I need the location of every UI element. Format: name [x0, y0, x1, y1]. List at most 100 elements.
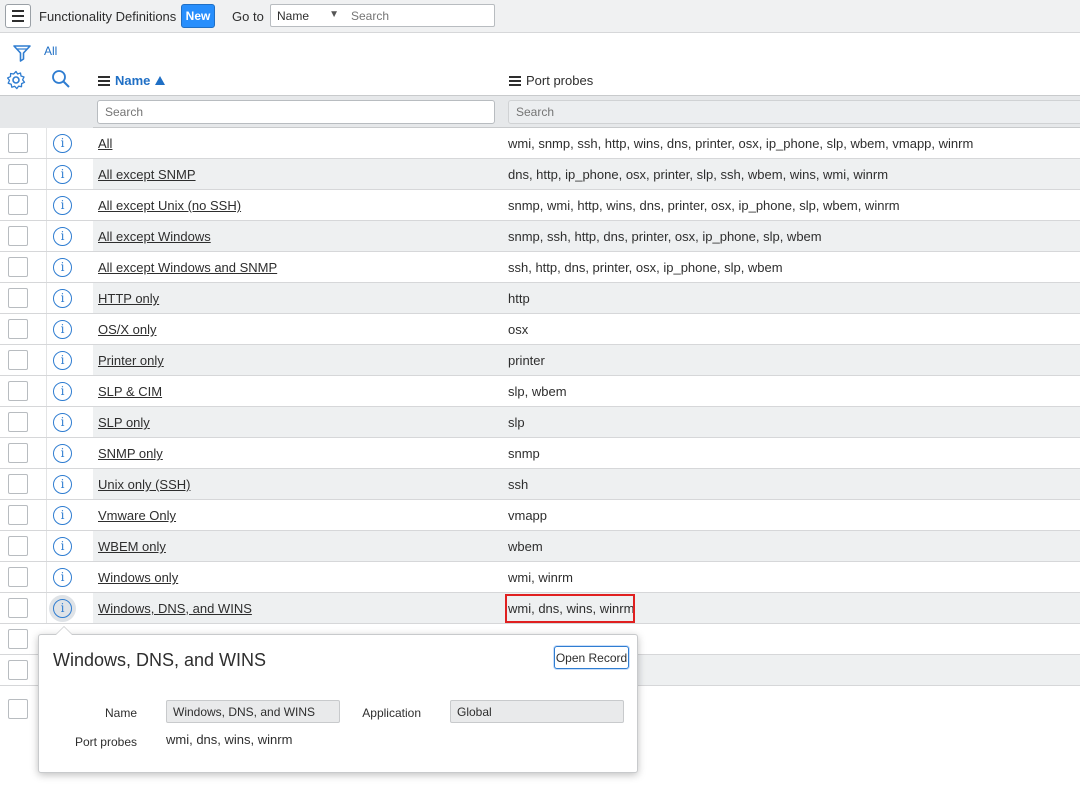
- column-header-name[interactable]: Name: [98, 73, 166, 88]
- table-row: i All except Unix (no SSH) snmp, wmi, ht…: [0, 190, 1080, 221]
- table-row: i Printer only printer: [0, 345, 1080, 376]
- row-checkbox[interactable]: [8, 660, 28, 680]
- row-checkbox[interactable]: [8, 443, 28, 463]
- row-port-probes: wmi, snmp, ssh, http, wins, dns, printer…: [508, 136, 974, 151]
- list-menu-button[interactable]: [5, 4, 31, 28]
- row-checkbox[interactable]: [8, 319, 28, 339]
- goto-search-input[interactable]: [345, 4, 495, 27]
- row-checkbox[interactable]: [8, 598, 28, 618]
- popup-application-label: Application: [362, 706, 421, 720]
- info-icon[interactable]: i: [53, 568, 72, 587]
- row-name-link[interactable]: WBEM only: [98, 539, 166, 554]
- table-row: i SLP only slp: [0, 407, 1080, 438]
- row-name-link[interactable]: Unix only (SSH): [98, 477, 190, 492]
- select-all-checkbox[interactable]: [8, 699, 28, 719]
- filter-icon[interactable]: [12, 43, 32, 63]
- row-name-link[interactable]: HTTP only: [98, 291, 159, 306]
- goto-field-value: Name: [277, 9, 310, 23]
- row-name-link[interactable]: All except Windows: [98, 229, 211, 244]
- info-icon[interactable]: i: [53, 258, 72, 277]
- row-name-link[interactable]: All: [98, 136, 112, 151]
- row-checkbox[interactable]: [8, 629, 28, 649]
- table-row: i SLP & CIM slp, wbem: [0, 376, 1080, 407]
- name-column-search-input[interactable]: [97, 100, 495, 124]
- row-port-probes: dns, http, ip_phone, osx, printer, slp, …: [508, 167, 889, 182]
- column-header-port-probes[interactable]: Port probes: [509, 73, 593, 88]
- info-icon[interactable]: i: [53, 227, 72, 246]
- info-icon[interactable]: i: [53, 382, 72, 401]
- goto-label: Go to: [232, 9, 264, 24]
- table-row: i All except Windows and SNMP ssh, http,…: [0, 252, 1080, 283]
- column-probes-label[interactable]: Port probes: [526, 73, 593, 88]
- column-menu-icon[interactable]: [98, 75, 110, 86]
- open-record-button[interactable]: Open Record: [554, 646, 629, 669]
- row-name-link[interactable]: Windows, DNS, and WINS: [98, 601, 252, 616]
- row-name-link[interactable]: All except Windows and SNMP: [98, 260, 277, 275]
- row-checkbox[interactable]: [8, 164, 28, 184]
- row-port-probes: wmi, winrm: [508, 570, 573, 585]
- row-port-probes: vmapp: [508, 508, 548, 523]
- row-checkbox[interactable]: [8, 505, 28, 525]
- row-name-link[interactable]: SNMP only: [98, 446, 163, 461]
- info-icon[interactable]: i: [53, 196, 72, 215]
- table-row: i Vmware Only vmapp: [0, 500, 1080, 531]
- row-checkbox[interactable]: [8, 288, 28, 308]
- list-header: Functionality Definitions New Go to Name…: [0, 0, 1080, 33]
- table-row: i Unix only (SSH) ssh: [0, 469, 1080, 500]
- row-checkbox[interactable]: [8, 567, 28, 587]
- row-name-link[interactable]: Windows only: [98, 570, 178, 585]
- info-icon[interactable]: i: [53, 444, 72, 463]
- row-checkbox[interactable]: [8, 226, 28, 246]
- row-checkbox[interactable]: [8, 412, 28, 432]
- info-icon[interactable]: i: [53, 413, 72, 432]
- row-checkbox[interactable]: [8, 257, 28, 277]
- row-port-probes: slp, wbem: [508, 384, 567, 399]
- goto-field-select[interactable]: Name ▼: [270, 4, 346, 27]
- column-search-row: [0, 96, 1080, 128]
- row-port-probes: ssh: [508, 477, 529, 492]
- table-row: i WBEM only wbem: [0, 531, 1080, 562]
- new-button[interactable]: New: [181, 4, 215, 28]
- info-icon[interactable]: i: [53, 537, 72, 556]
- row-name-link[interactable]: All except SNMP: [98, 167, 196, 182]
- info-icon[interactable]: i: [53, 289, 72, 308]
- row-name-link[interactable]: Vmware Only: [98, 508, 176, 523]
- row-port-probes: snmp: [508, 446, 540, 461]
- row-port-probes: slp: [508, 415, 525, 430]
- sort-ascending-icon: [155, 76, 166, 85]
- column-menu-icon[interactable]: [509, 75, 521, 86]
- column-name-label[interactable]: Name: [115, 73, 150, 88]
- popup-probes-label: Port probes: [74, 735, 137, 749]
- info-icon[interactable]: i: [53, 599, 72, 618]
- row-checkbox[interactable]: [8, 133, 28, 153]
- highlight-box: [505, 594, 635, 623]
- row-name-link[interactable]: SLP & CIM: [98, 384, 162, 399]
- row-name-link[interactable]: SLP only: [98, 415, 150, 430]
- row-checkbox[interactable]: [8, 474, 28, 494]
- table-row: i All wmi, snmp, ssh, http, wins, dns, p…: [0, 128, 1080, 159]
- row-name-link[interactable]: OS/X only: [98, 322, 157, 337]
- row-checkbox[interactable]: [8, 536, 28, 556]
- info-icon[interactable]: i: [53, 165, 72, 184]
- probes-column-search-input[interactable]: [508, 100, 1080, 124]
- row-name-link[interactable]: Printer only: [98, 353, 164, 368]
- popup-application-field: Global: [450, 700, 624, 723]
- search-icon[interactable]: [51, 69, 71, 89]
- row-name-link[interactable]: All except Unix (no SSH): [98, 198, 241, 213]
- row-checkbox[interactable]: [8, 195, 28, 215]
- row-port-probes: http: [508, 291, 530, 306]
- row-checkbox[interactable]: [8, 381, 28, 401]
- info-icon[interactable]: i: [53, 506, 72, 525]
- row-checkbox[interactable]: [8, 350, 28, 370]
- table-row: i OS/X only osx: [0, 314, 1080, 345]
- table-row: i All except Windows snmp, ssh, http, dn…: [0, 221, 1080, 252]
- info-icon[interactable]: i: [53, 134, 72, 153]
- info-icon[interactable]: i: [53, 320, 72, 339]
- info-icon[interactable]: i: [53, 351, 72, 370]
- gear-icon[interactable]: [6, 70, 26, 90]
- breadcrumb-all-link[interactable]: All: [44, 44, 57, 58]
- info-icon[interactable]: i: [53, 475, 72, 494]
- table-row: i SNMP only snmp: [0, 438, 1080, 469]
- column-header-row: Name Port probes: [0, 64, 1080, 96]
- record-preview-popup: Windows, DNS, and WINS Open Record Name …: [38, 626, 638, 773]
